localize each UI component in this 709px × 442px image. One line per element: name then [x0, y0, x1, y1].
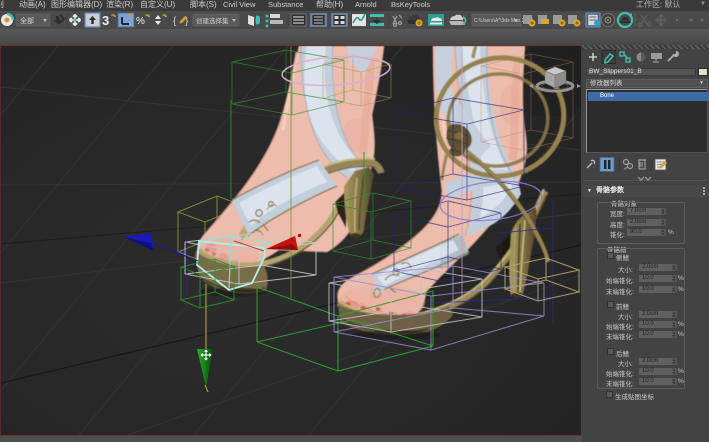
svg-text:全部: 全部 — [20, 16, 34, 25]
svg-text:3: 3 — [102, 13, 109, 28]
svg-text:创建选择集: 创建选择集 — [196, 16, 229, 25]
svg-text:%: % — [136, 16, 145, 27]
